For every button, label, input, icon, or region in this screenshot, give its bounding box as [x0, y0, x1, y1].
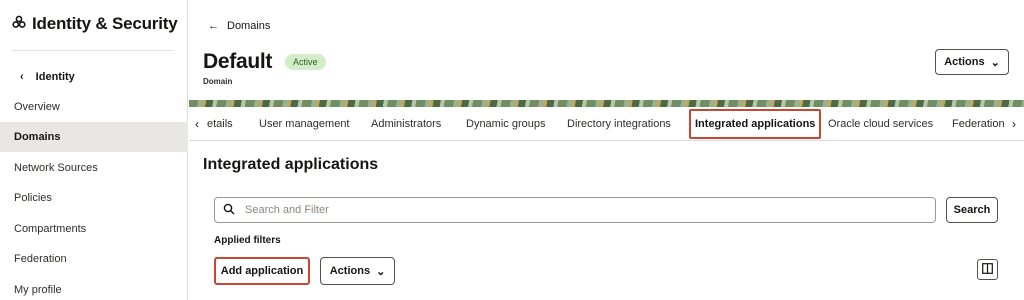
- tab-administrators[interactable]: Administrators: [371, 107, 441, 141]
- main-content: ← Domains Default Active Domain Actions …: [189, 0, 1024, 300]
- search-input[interactable]: Search and Filter: [214, 197, 936, 223]
- tab-label: Integrated applications: [689, 109, 822, 139]
- tab-federation[interactable]: Federation: [952, 107, 1005, 141]
- tab-label: Directory integrations: [567, 118, 671, 130]
- sidebar: Identity & Security ‹ Identity Overview …: [0, 0, 188, 300]
- sidebar-item-federation[interactable]: Federation: [0, 244, 188, 274]
- tab-label: Federation: [952, 118, 1005, 130]
- page-title: Default: [203, 50, 273, 73]
- app-title-label: Identity & Security: [32, 14, 178, 33]
- sidebar-item-my-profile[interactable]: My profile: [0, 275, 188, 300]
- sidebar-item-policies[interactable]: Policies: [0, 183, 188, 213]
- tab-label: User management: [259, 118, 350, 130]
- sidebar-divider: [12, 50, 174, 51]
- breadcrumb-label: Domains: [227, 20, 271, 32]
- sidebar-item-overview[interactable]: Overview: [0, 92, 188, 122]
- decorative-banner: [189, 100, 1024, 107]
- sidebar-item-label: Federation: [14, 253, 67, 265]
- sidebar-item-domains[interactable]: Domains: [0, 122, 188, 152]
- search-icon: [223, 203, 235, 218]
- sidebar-item-compartments[interactable]: Compartments: [0, 214, 188, 244]
- status-badge: Active: [285, 54, 326, 70]
- tab-label: Administrators: [371, 118, 442, 130]
- chevron-down-icon: ⌄: [376, 265, 386, 278]
- sidebar-item-label: Domains: [14, 131, 61, 143]
- section-title: Integrated applications: [203, 156, 379, 173]
- scroll-right-icon[interactable]: ›: [1012, 117, 1016, 131]
- app-title: Identity & Security: [12, 14, 178, 34]
- tab-label: Oracle cloud services: [828, 118, 934, 130]
- header-actions-button[interactable]: Actions ⌄: [935, 49, 1009, 75]
- sidebar-item-network-sources[interactable]: Network Sources: [0, 153, 188, 183]
- sidebar-item-label: Overview: [14, 101, 60, 113]
- sidebar-item-label: Network Sources: [14, 162, 98, 174]
- applied-filters-label: Applied filters: [214, 235, 281, 246]
- tab-directory-integrations[interactable]: Directory integrations: [567, 107, 671, 141]
- tab-oracle-cloud-services[interactable]: Oracle cloud services: [828, 107, 933, 141]
- page-subtitle: Domain: [203, 77, 233, 86]
- arrow-left-icon: ←: [208, 20, 219, 32]
- search-placeholder: Search and Filter: [245, 204, 329, 216]
- tab-user-management[interactable]: User management: [259, 107, 350, 141]
- scroll-left-icon[interactable]: ‹: [195, 117, 199, 131]
- columns-icon: [982, 261, 993, 279]
- actions-button[interactable]: Actions ⌄: [320, 257, 395, 285]
- tab-label: etails: [207, 118, 233, 130]
- actions-label: Actions: [329, 265, 371, 277]
- breadcrumb[interactable]: ← Domains: [208, 20, 270, 32]
- tab-details[interactable]: etails: [207, 107, 233, 141]
- tab-bar: ‹ etails User management Administrators …: [189, 107, 1024, 141]
- search-button[interactable]: Search: [946, 197, 998, 223]
- chevron-down-icon: ⌄: [990, 56, 1000, 69]
- columns-toggle-button[interactable]: [977, 259, 998, 280]
- sidebar-item-label: My profile: [14, 284, 62, 296]
- sidebar-item-label: Compartments: [14, 223, 87, 235]
- actions-label: Actions: [944, 56, 985, 68]
- tab-integrated-applications[interactable]: Integrated applications: [689, 107, 822, 141]
- back-to-identity-link[interactable]: ‹ Identity: [20, 71, 75, 83]
- chevron-left-icon: ‹: [20, 71, 24, 83]
- identity-icon: [12, 15, 26, 34]
- tab-label: Dynamic groups: [466, 118, 546, 130]
- add-application-button[interactable]: Add application: [214, 257, 310, 285]
- back-label: Identity: [35, 71, 75, 83]
- sidebar-item-label: Policies: [14, 192, 52, 204]
- tab-dynamic-groups[interactable]: Dynamic groups: [466, 107, 545, 141]
